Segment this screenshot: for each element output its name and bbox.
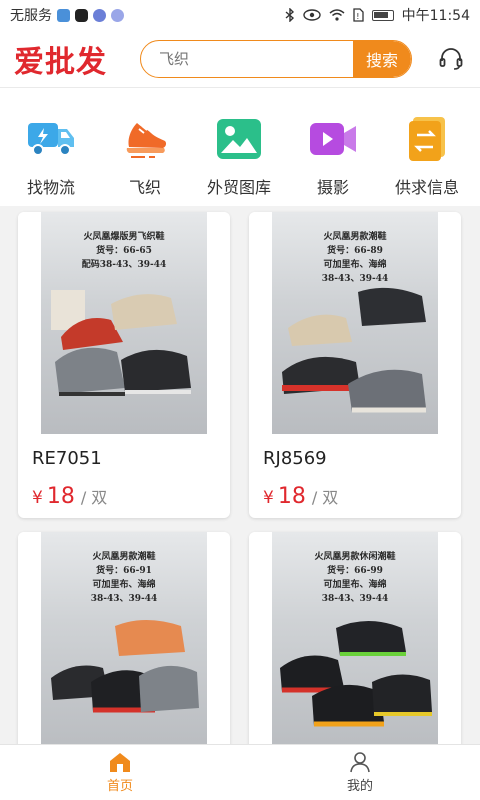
product-photo: 火凤凰爆版男飞织鞋 货号：66-65 配码38-43、39-44 [41, 212, 207, 434]
product-price: ¥ 18 / 双 [249, 478, 461, 518]
status-bar: 无服务 ! 中午11:54 [0, 0, 480, 30]
product-card[interactable]: 火凤凰爆版男飞织鞋 货号：66-65 配码38-43、39-44 RE7051 … [18, 212, 230, 518]
price-currency: ¥ [32, 488, 43, 508]
category-label: 供求信息 [394, 178, 459, 197]
customer-service-button[interactable] [436, 44, 466, 74]
category-photography[interactable]: 摄影 [286, 88, 380, 206]
shield-app-icon [57, 8, 70, 22]
user-icon [350, 752, 370, 773]
nav-label: 我的 [346, 779, 373, 794]
carrier-text: 无服务 [10, 8, 52, 24]
price-value: 18 [46, 484, 75, 509]
category-label: 找物流 [26, 178, 75, 197]
category-knit[interactable]: 飞织 [98, 88, 192, 206]
search-input[interactable] [141, 49, 353, 68]
app-logo: 爱批发 [14, 44, 107, 80]
home-icon [110, 753, 130, 772]
app-header: 爱批发 搜索 [0, 30, 480, 88]
price-currency: ¥ [263, 488, 274, 508]
price-unit: / 双 [80, 488, 108, 507]
category-label: 飞织 [128, 178, 161, 197]
product-card[interactable]: 火凤凰男款休闲潮鞋 货号：66-99 可加里布、海绵 38-43、39-44 [249, 532, 461, 744]
product-card[interactable]: 火凤凰男款潮鞋 货号：66-91 可加里布、海绵 38-43、39-44 [18, 532, 230, 744]
sim-icon: ! [352, 8, 364, 22]
product-image: 火凤凰男款潮鞋 货号：66-91 可加里布、海绵 38-43、39-44 [18, 532, 230, 744]
battery-icon [371, 9, 394, 21]
nav-label: 首页 [106, 779, 133, 794]
truck-icon [27, 116, 75, 162]
category-supply-demand[interactable]: 供求信息 [380, 88, 474, 206]
product-image: 火凤凰爆版男飞织鞋 货号：66-65 配码38-43、39-44 [18, 212, 230, 434]
wifi-icon [329, 9, 345, 21]
app-notification-icon [93, 8, 106, 22]
price-value: 18 [277, 484, 306, 509]
eye-comfort-icon [302, 9, 321, 21]
product-code: RE7051 [32, 448, 102, 469]
nav-home[interactable]: 首页 [0, 745, 240, 800]
category-logistics[interactable]: 找物流 [4, 88, 98, 206]
video-camera-icon [309, 116, 357, 162]
product-photo: 火凤凰男款休闲潮鞋 货号：66-99 可加里布、海绵 38-43、39-44 [272, 532, 438, 744]
product-image: 火凤凰男款休闲潮鞋 货号：66-99 可加里布、海绵 38-43、39-44 [249, 532, 461, 744]
bluetooth-icon [285, 8, 294, 22]
product-photo: 火凤凰男款潮鞋 货号：66-89 可加里布、海绵 38-43、39-44 [272, 212, 438, 434]
product-photo: 火凤凰男款潮鞋 货号：66-91 可加里布、海绵 38-43、39-44 [41, 532, 207, 744]
bottom-nav: 首页 我的 [0, 744, 480, 800]
document-exchange-icon [403, 116, 451, 162]
search-bar: 搜索 [140, 39, 412, 78]
category-gallery[interactable]: 外贸图库 [192, 88, 286, 206]
product-grid: 火凤凰爆版男飞织鞋 货号：66-65 配码38-43、39-44 RE7051 … [0, 206, 480, 744]
sneaker-icon [121, 116, 169, 162]
product-price: ¥ 18 / 双 [18, 478, 230, 518]
category-label: 外贸图库 [206, 178, 271, 197]
product-code: RJ8569 [263, 448, 327, 469]
headset-icon [439, 47, 463, 70]
category-label: 摄影 [316, 178, 349, 197]
nav-profile[interactable]: 我的 [240, 745, 480, 800]
svg-text:!: ! [356, 12, 359, 21]
category-bar: 找物流 飞织 外贸图库 摄影 供求信息 [0, 88, 480, 206]
clock-text: 中午11:54 [401, 8, 470, 24]
price-unit: / 双 [311, 488, 339, 507]
tiktok-icon [75, 8, 88, 22]
image-gallery-icon [215, 116, 263, 162]
product-image: 火凤凰男款潮鞋 货号：66-89 可加里布、海绵 38-43、39-44 [249, 212, 461, 434]
product-card[interactable]: 火凤凰男款潮鞋 货号：66-89 可加里布、海绵 38-43、39-44 RJ8… [249, 212, 461, 518]
search-button[interactable]: 搜索 [353, 40, 411, 77]
music-app-icon [111, 8, 124, 22]
